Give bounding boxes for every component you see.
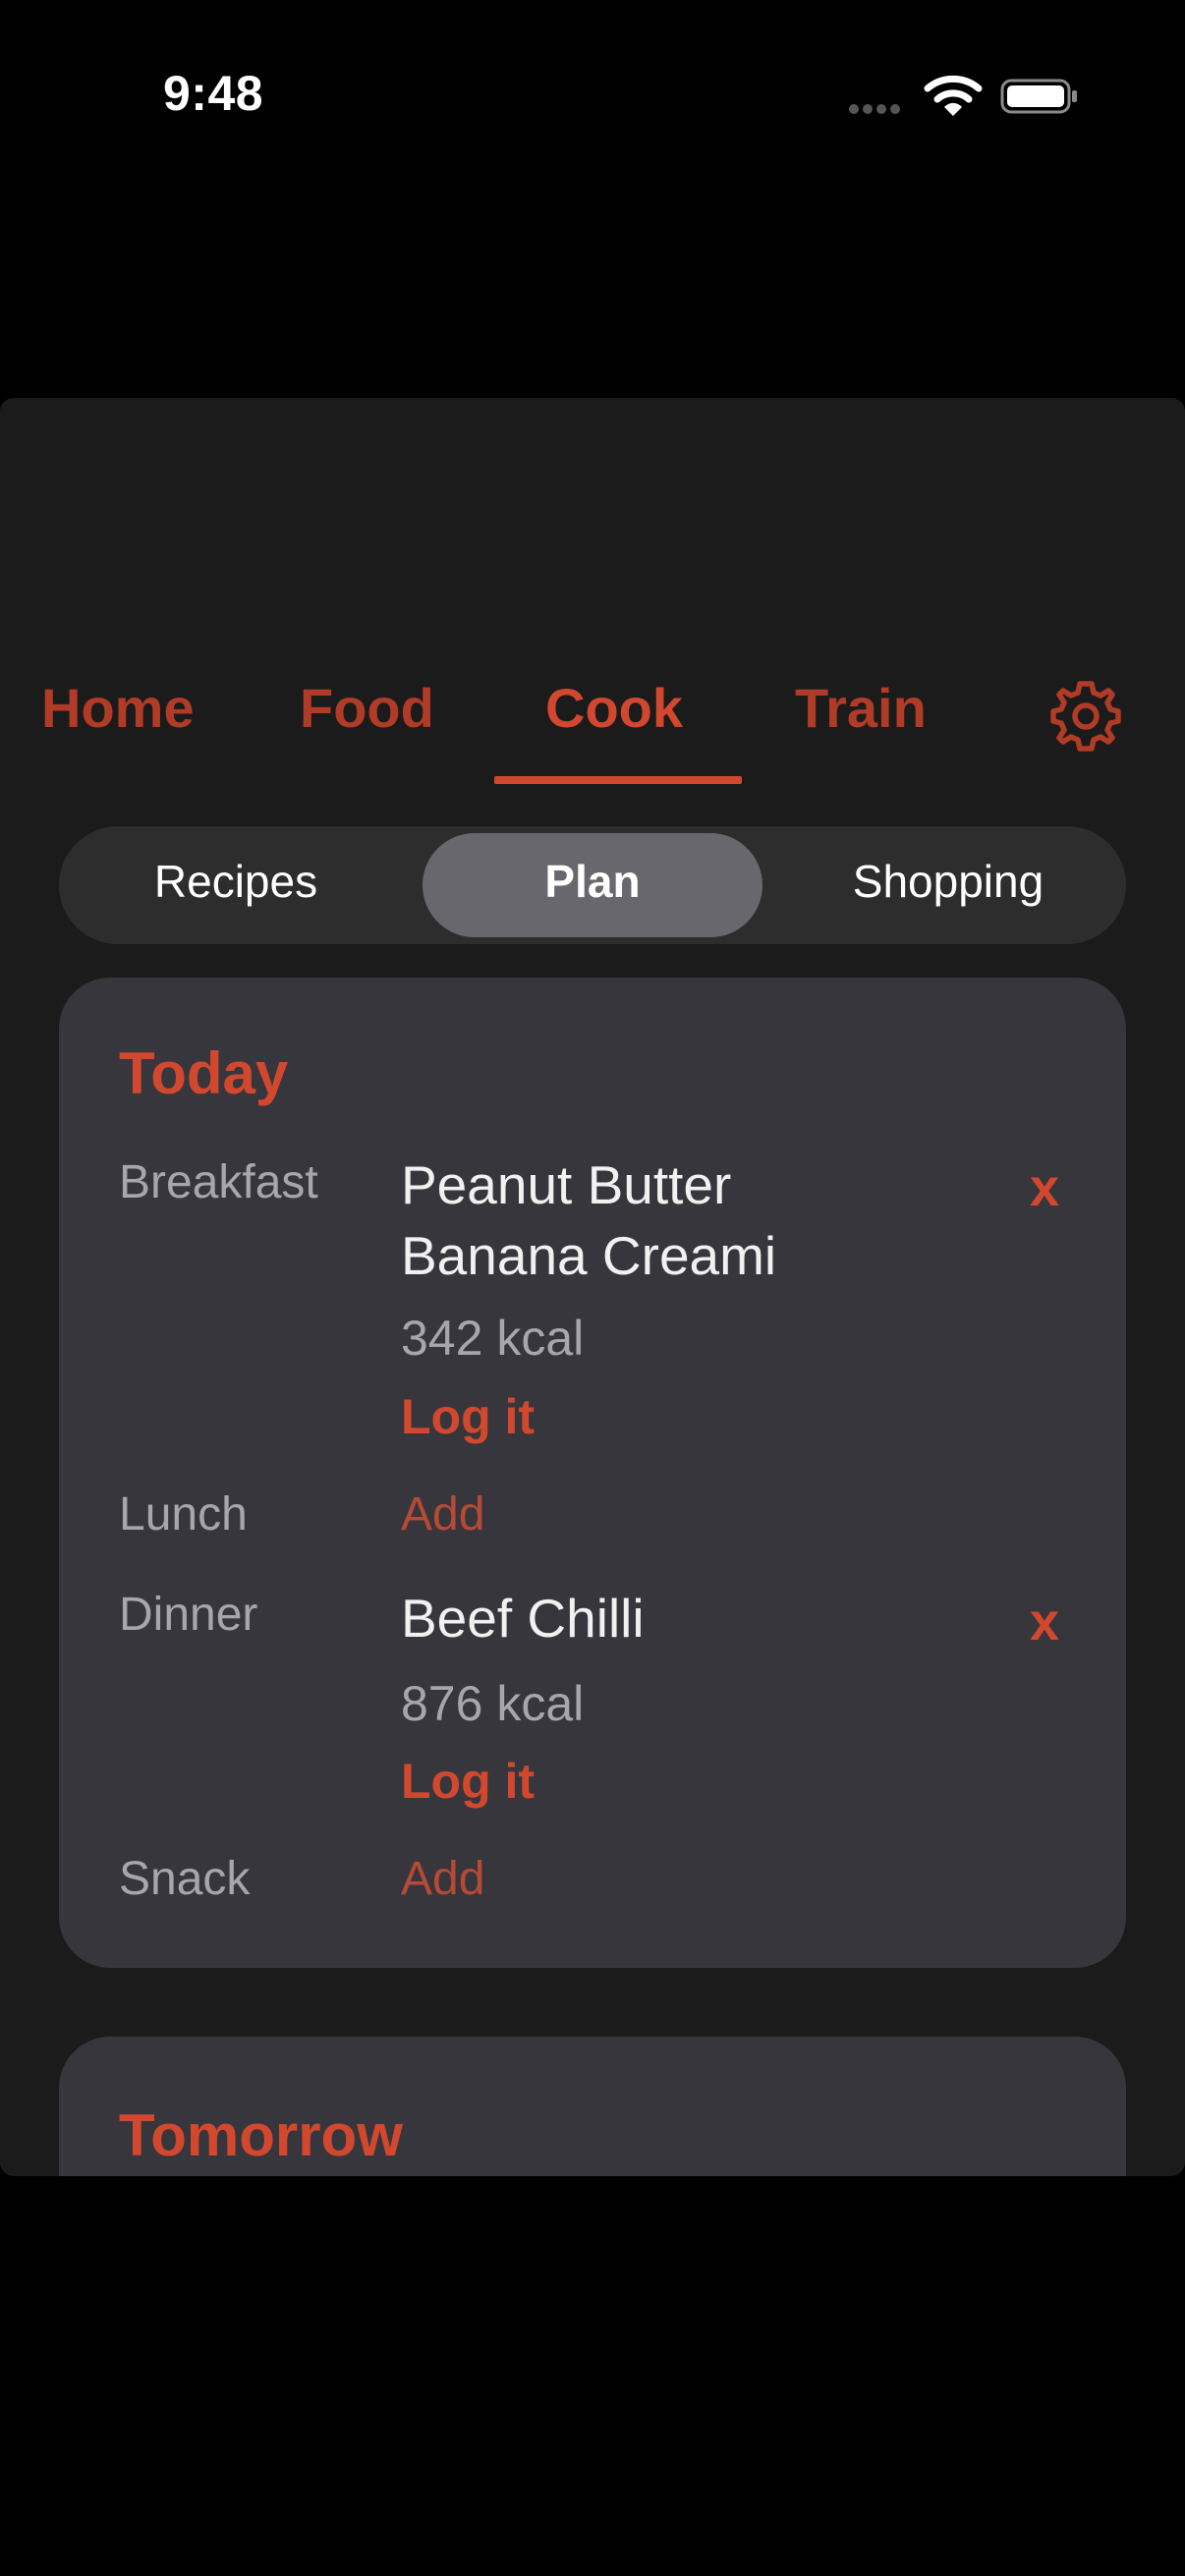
tab-food[interactable]: Food [300, 676, 434, 740]
segment-plan[interactable]: Plan [423, 855, 762, 908]
dish-name-line: Banana Creami [401, 1225, 777, 1286]
gear-icon[interactable] [1049, 680, 1122, 753]
signal-icon [849, 101, 904, 119]
dish-name: Beef Chilli [401, 1588, 645, 1649]
meal-label-breakfast: Breakfast [119, 1156, 318, 1208]
day-card-today [59, 978, 1126, 1968]
tab-cook[interactable]: Cook [545, 676, 683, 740]
status-time: 9:48 [163, 66, 264, 121]
remove-meal-button[interactable]: x [1030, 1592, 1059, 1652]
log-it-button[interactable]: Log it [401, 1753, 535, 1810]
log-it-button[interactable]: Log it [401, 1388, 535, 1445]
meal-label-lunch: Lunch [119, 1488, 248, 1540]
active-tab-indicator [494, 776, 742, 784]
dish-name: Peanut Butter Banana Creami [401, 1149, 776, 1291]
add-meal-button[interactable]: Add [401, 1487, 484, 1541]
wifi-icon [924, 75, 983, 116]
remove-meal-button[interactable]: x [1030, 1157, 1059, 1218]
dish-kcal: 342 kcal [401, 1311, 585, 1366]
dish-kcal: 876 kcal [401, 1676, 585, 1731]
add-meal-button[interactable]: Add [401, 1852, 484, 1906]
tab-home[interactable]: Home [41, 676, 195, 740]
meal-label-dinner: Dinner [119, 1589, 258, 1641]
segment-shopping[interactable]: Shopping [786, 855, 1110, 908]
battery-icon [1000, 79, 1077, 114]
segment-recipes[interactable]: Recipes [88, 855, 383, 908]
tomorrow-clip: Tomorrow [0, 2037, 1185, 2176]
day-title-today: Today [119, 1040, 289, 1106]
tab-train[interactable]: Train [795, 676, 927, 740]
meal-label-snack: Snack [119, 1853, 251, 1905]
dish-name-line: Peanut Butter [401, 1154, 732, 1215]
day-title-tomorrow: Tomorrow [119, 2102, 403, 2168]
